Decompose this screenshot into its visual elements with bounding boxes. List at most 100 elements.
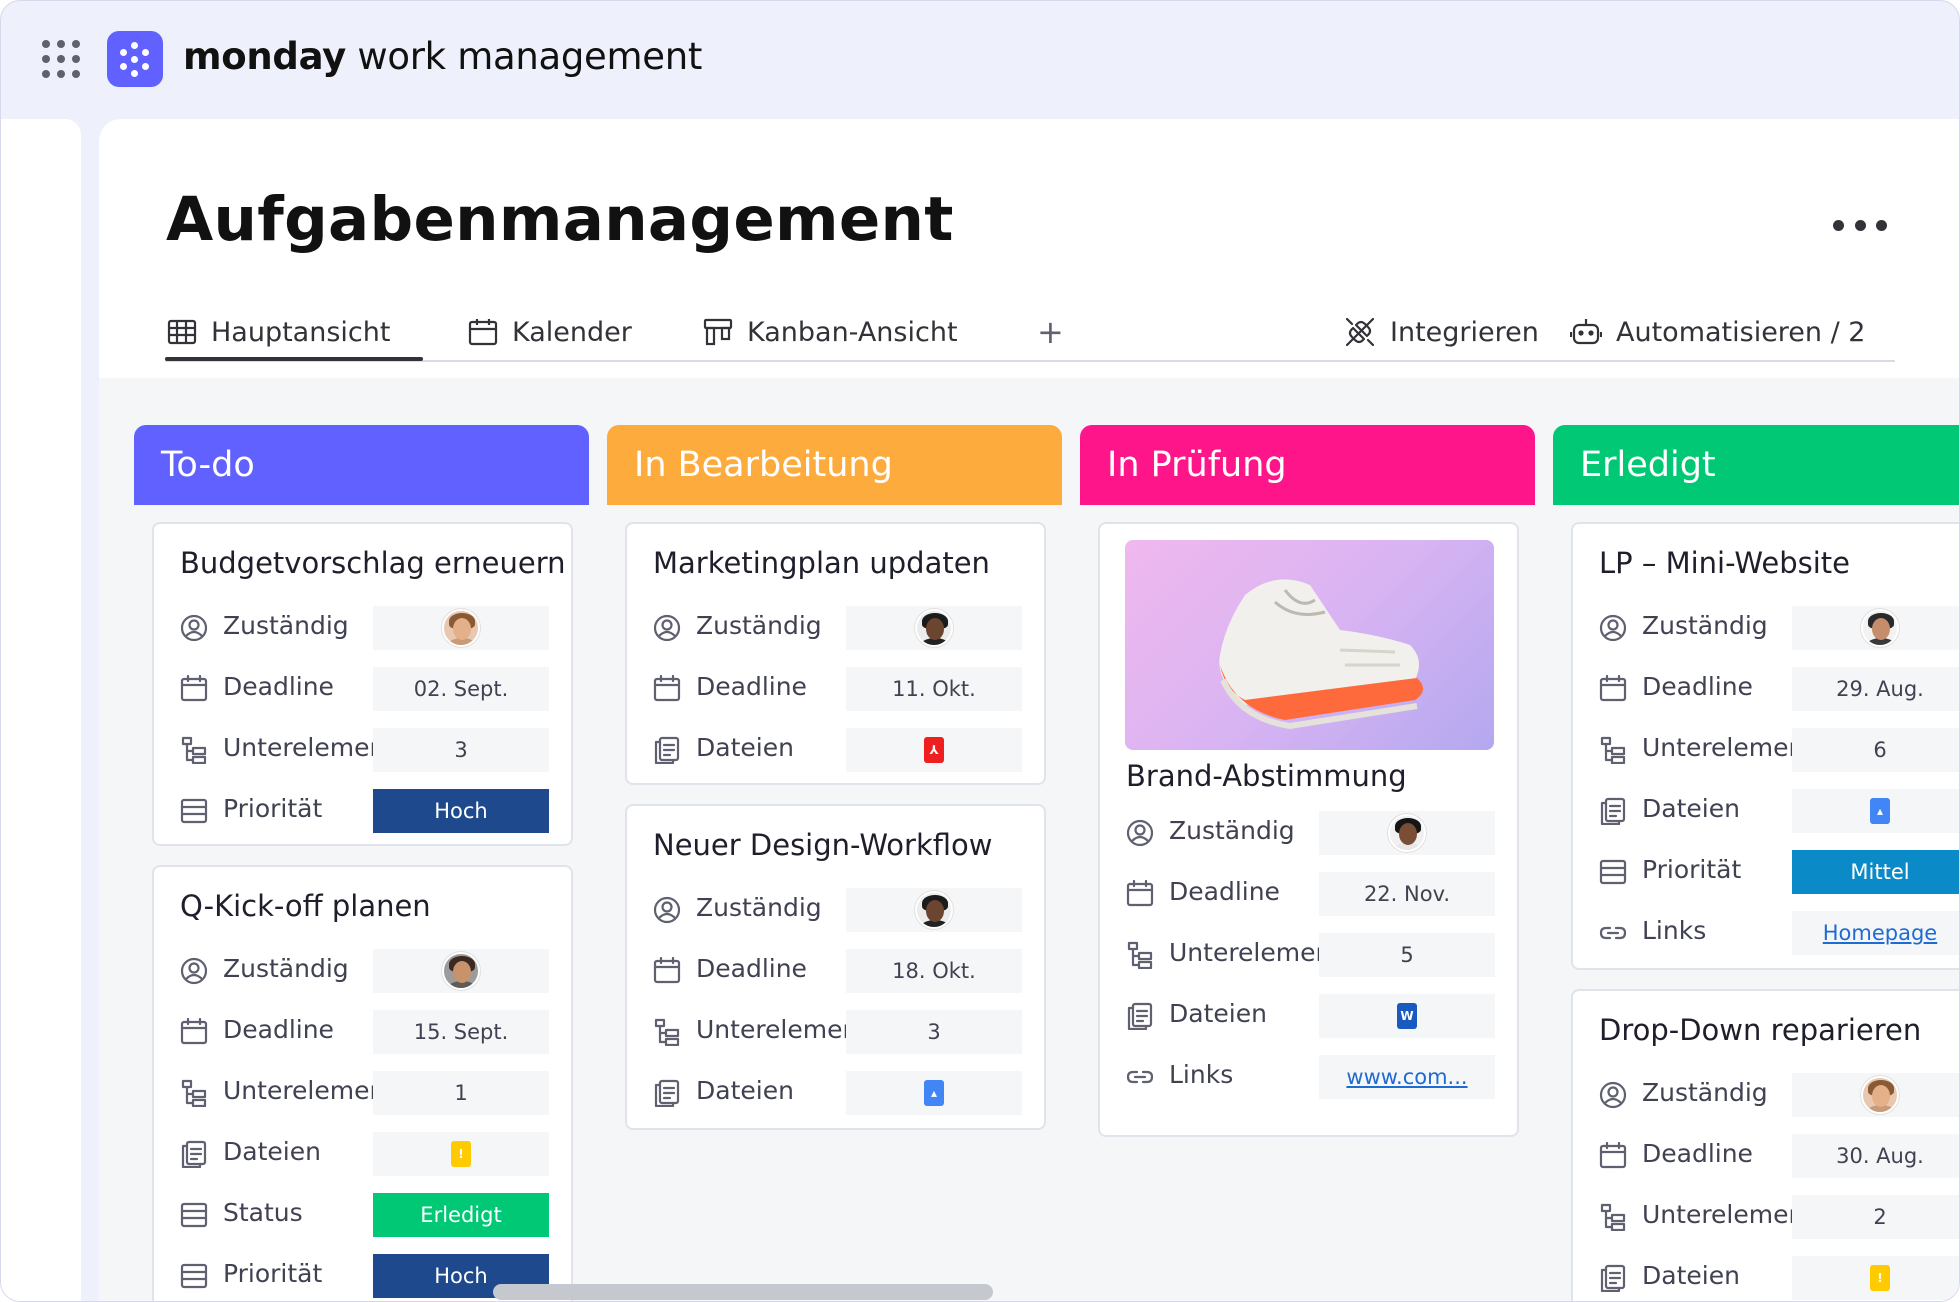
subitems-icon (653, 1018, 681, 1047)
column-header[interactable]: To-do (134, 425, 589, 505)
subitems-cell[interactable]: 6 (1792, 728, 1959, 772)
files-cell[interactable]: ⅄ (846, 728, 1022, 772)
avatar (1861, 609, 1899, 647)
subitems-cell[interactable]: 3 (373, 728, 549, 772)
kanban-icon (703, 318, 733, 346)
files-cell[interactable]: ! (1792, 1256, 1959, 1300)
priority-badge[interactable]: Mittel (1792, 850, 1959, 894)
field-row: Dateien ▴ (1599, 789, 1959, 833)
person-icon (180, 614, 208, 642)
app-switcher-grid-icon[interactable] (41, 39, 81, 79)
subitems-cell[interactable]: 3 (846, 1010, 1022, 1054)
integrate-button[interactable]: Integrieren (1344, 307, 1539, 357)
subitems-icon (180, 1079, 208, 1108)
subitems-icon (1599, 1203, 1627, 1232)
deadline-cell[interactable]: 30. Aug. (1792, 1134, 1959, 1178)
task-card[interactable]: LP – Mini-Website Zuständig Deadline 29. … (1571, 522, 1959, 970)
assignee-cell[interactable] (1792, 606, 1959, 650)
field-row: Zuständig (1599, 1073, 1959, 1117)
integrate-label: Integrieren (1390, 316, 1539, 348)
doc-file-icon: ▴ (1870, 798, 1890, 824)
files-cell[interactable]: W (1319, 994, 1495, 1038)
top-bar: monday work management (1, 1, 1959, 119)
calendar-icon (468, 319, 498, 346)
field-label: Links (1169, 1060, 1234, 1089)
field-row: Priorität Hoch (180, 789, 571, 833)
card-title: Q-Kick-off planen (180, 889, 431, 923)
assignee-cell[interactable] (1319, 811, 1495, 855)
deadline-cell[interactable]: 11. Okt. (846, 667, 1022, 711)
field-label: Zuständig (1642, 611, 1768, 640)
tab-kanban[interactable]: Kanban-Ansicht (703, 307, 958, 357)
files-cell[interactable]: ! (373, 1132, 549, 1176)
link-cell[interactable]: www.com... (1319, 1055, 1495, 1099)
deadline-cell[interactable]: 18. Okt. (846, 949, 1022, 993)
card-title: Marketingplan updaten (653, 546, 990, 580)
task-card[interactable]: Budgetvorschlag erneuern Zuständig Deadl… (152, 522, 573, 846)
subitems-icon (1599, 736, 1627, 765)
priority-badge[interactable]: Hoch (373, 789, 549, 833)
link[interactable]: Homepage (1823, 921, 1937, 945)
automate-label: Automatisieren / 2 (1616, 316, 1866, 348)
column-header[interactable]: In Prüfung (1080, 425, 1535, 505)
task-card[interactable]: Brand-Abstimmung Zuständig Deadline 22. N… (1098, 522, 1519, 1137)
doc-file-icon: ▴ (924, 1080, 944, 1106)
priority-icon (180, 797, 208, 825)
tab-hauptansicht[interactable]: Hauptansicht (167, 307, 390, 357)
field-label: Priorität (223, 794, 323, 823)
column-todo: To-do Budgetvorschlag erneuern Zuständig… (134, 425, 589, 1301)
link[interactable]: www.com... (1346, 1065, 1467, 1089)
subitems-cell[interactable]: 5 (1319, 933, 1495, 977)
card-title: Drop-Down reparieren (1599, 1013, 1922, 1047)
page-title: Aufgabenmanagement (166, 184, 954, 255)
task-card[interactable]: Q-Kick-off planen Zuständig Deadline 15. … (152, 865, 573, 1301)
field-label: Unterelemente (223, 733, 373, 762)
assignee-cell[interactable] (373, 949, 549, 993)
field-row: Zuständig (1126, 811, 1517, 855)
task-card[interactable]: Drop-Down reparieren Zuständig Deadline 3… (1571, 989, 1959, 1301)
subitems-cell[interactable]: 1 (373, 1071, 549, 1115)
add-view-button[interactable]: + (1037, 307, 1064, 357)
tab-kalender[interactable]: Kalender (468, 307, 632, 357)
avatar (1861, 1076, 1899, 1114)
assignee-cell[interactable] (846, 606, 1022, 650)
column-header[interactable]: Erledigt (1553, 425, 1959, 505)
files-cell[interactable]: ▴ (1792, 789, 1959, 833)
card-title: LP – Mini-Website (1599, 546, 1850, 580)
task-card[interactable]: Neuer Design-Workflow Zuständig Deadline… (625, 804, 1046, 1130)
card-title: Brand-Abstimmung (1126, 759, 1407, 793)
assignee-cell[interactable] (846, 888, 1022, 932)
column-done: Erledigt LP – Mini-Website Zuständig Dea… (1553, 425, 1959, 1301)
horizontal-scrollbar[interactable] (493, 1284, 993, 1300)
tab-label: Hauptansicht (211, 316, 391, 348)
task-card[interactable]: Marketingplan updaten Zuständig Deadline… (625, 522, 1046, 785)
field-row: Status Erledigt (180, 1193, 571, 1237)
deadline-cell[interactable]: 29. Aug. (1792, 667, 1959, 711)
field-row: Priorität Mittel (1599, 850, 1959, 894)
person-icon (653, 614, 681, 642)
files-cell[interactable]: ▴ (846, 1071, 1022, 1115)
field-row: Unterelemente1 (180, 1071, 571, 1115)
field-row: Links www.com... (1126, 1055, 1517, 1099)
more-options-icon[interactable] (1833, 213, 1887, 237)
field-row: Zuständig (180, 949, 571, 993)
assignee-cell[interactable] (1792, 1073, 1959, 1117)
deadline-cell[interactable]: 15. Sept. (373, 1010, 549, 1054)
field-row: Deadline 30. Aug. (1599, 1134, 1959, 1178)
deadline-cell[interactable]: 02. Sept. (373, 667, 549, 711)
priority-icon (180, 1262, 208, 1290)
field-label: Zuständig (223, 954, 349, 983)
subitems-cell[interactable]: 2 (1792, 1195, 1959, 1239)
files-icon (1599, 797, 1627, 826)
avatar (1388, 814, 1426, 852)
field-label: Dateien (1169, 999, 1267, 1028)
link-cell[interactable]: Homepage (1792, 911, 1959, 955)
automate-button[interactable]: Automatisieren / 2 (1570, 307, 1865, 357)
column-header[interactable]: In Bearbeitung (607, 425, 1062, 505)
deadline-cell[interactable]: 22. Nov. (1319, 872, 1495, 916)
assignee-cell[interactable] (373, 606, 549, 650)
app-window: monday work management Aufgabenmanagemen… (0, 0, 1960, 1302)
field-row: Dateien ⅄ (653, 728, 1044, 772)
status-badge[interactable]: Erledigt (373, 1193, 549, 1237)
field-row: Dateien W (1126, 994, 1517, 1038)
